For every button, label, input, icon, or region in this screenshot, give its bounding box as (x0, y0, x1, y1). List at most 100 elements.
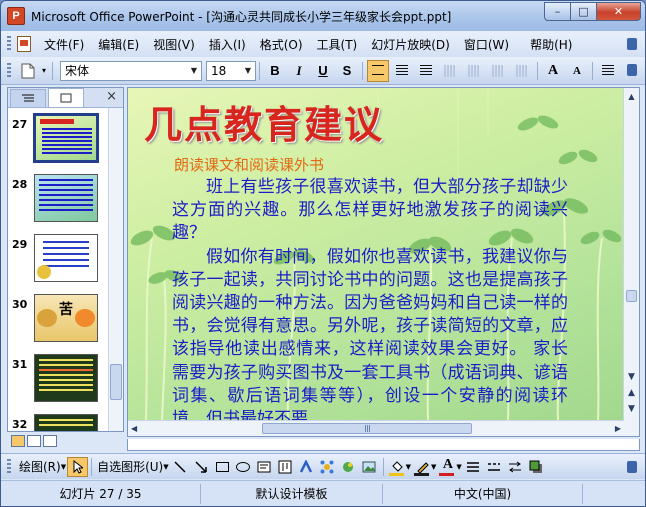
slide-thumbnail[interactable] (34, 234, 98, 282)
autoshapes-menu-button[interactable]: 自选图形(U) (95, 458, 165, 475)
drawing-toolbar-options-chevron-icon[interactable] (627, 461, 637, 473)
slide-thumbnail[interactable] (34, 354, 98, 402)
menu-tools[interactable]: 工具(T) (310, 36, 365, 53)
menu-options-chevron-icon[interactable] (627, 38, 637, 50)
menu-grip[interactable] (7, 36, 11, 52)
slide-thumbnail-row[interactable]: 31 (8, 354, 109, 410)
menu-view[interactable]: 视图(V) (146, 36, 202, 53)
insert-picture-button[interactable] (359, 457, 380, 477)
indent-button[interactable] (597, 60, 619, 82)
decrease-spacing-button[interactable] (511, 60, 533, 82)
font-name-select[interactable]: 宋体 ▼ (60, 60, 202, 81)
wordart-button[interactable] (296, 457, 317, 477)
slide-paragraph-2: 假如你有时间，假如你也喜欢读书，我建议你与孩子一起读，共同讨论书中的问题。这也是… (172, 246, 568, 421)
menu-help[interactable]: 帮助(H) (523, 36, 579, 53)
slide-horizontal-scrollbar[interactable]: ◀ ▶ (128, 420, 624, 436)
font-size-select[interactable]: 18 ▼ (206, 60, 256, 81)
scroll-right-icon[interactable]: ▶ (615, 424, 621, 433)
oval-tool-button[interactable] (233, 457, 254, 477)
underline-button[interactable]: U (312, 60, 334, 82)
slide-number: 28 (12, 178, 28, 191)
line-style-button[interactable] (463, 457, 484, 477)
slide-thumbnail-row[interactable]: 32 (8, 414, 109, 431)
chevron-down-icon[interactable]: ▼ (241, 62, 255, 80)
scroll-down-icon[interactable]: ▼ (626, 373, 637, 382)
fill-color-button[interactable] (387, 457, 408, 477)
normal-view-button[interactable] (11, 435, 25, 447)
menu-window[interactable]: 窗口(W) (457, 36, 516, 53)
dash-style-button[interactable] (484, 457, 505, 477)
maximize-button[interactable]: □ (571, 2, 597, 21)
drawing-toolbar-grip[interactable] (7, 458, 11, 475)
bold-button[interactable]: B (264, 60, 286, 82)
new-document-icon[interactable] (17, 60, 39, 82)
rectangle-tool-button[interactable] (212, 457, 233, 477)
slide-thumbnail[interactable] (34, 414, 98, 431)
panel-scrollbar[interactable] (108, 108, 123, 431)
slide-thumbnail-row[interactable]: 30 苦 (8, 294, 109, 350)
slide-subtitle[interactable]: 朗读课文和阅读课外书 (174, 154, 324, 175)
arrow-tool-button[interactable] (191, 457, 212, 477)
document-icon[interactable] (17, 36, 31, 52)
previous-slide-icon[interactable]: ▲ (626, 389, 637, 398)
line-color-button[interactable] (412, 457, 433, 477)
slide-scrollbar-thumb[interactable] (626, 290, 637, 302)
italic-button[interactable]: I (288, 60, 310, 82)
toolbar-grip[interactable] (7, 62, 11, 79)
powerpoint-app-icon[interactable]: P (7, 7, 25, 25)
select-objects-button[interactable] (67, 456, 89, 477)
decrease-font-size-button[interactable]: A (566, 60, 588, 82)
numbering-button[interactable] (439, 60, 461, 82)
menu-format[interactable]: 格式(O) (253, 36, 310, 53)
align-right-button[interactable] (415, 60, 437, 82)
slide-thumbnail[interactable]: 苦 (34, 294, 98, 342)
minimize-button[interactable]: – (544, 2, 571, 21)
diagram-button[interactable] (317, 457, 338, 477)
increase-spacing-button[interactable] (487, 60, 509, 82)
menu-edit[interactable]: 编辑(E) (91, 36, 146, 53)
close-button[interactable]: ✕ (597, 2, 641, 21)
menu-file[interactable]: 文件(F) (37, 36, 91, 53)
notes-pane[interactable] (127, 439, 640, 451)
clip-art-button[interactable] (338, 457, 359, 477)
slide-thumbnail[interactable] (34, 174, 98, 222)
chevron-down-icon[interactable]: ▼ (61, 463, 66, 471)
draw-menu-button[interactable]: 绘图(R) (17, 458, 63, 475)
textbox-tool-button[interactable] (254, 457, 275, 477)
slide-thumbnail-row[interactable]: 27 (8, 113, 109, 170)
text-shadow-button[interactable]: S (336, 60, 358, 82)
current-slide[interactable]: 几点教育建议 朗读课文和阅读课外书 班上有些孩子很喜欢读书，但大部分孩子却缺少这… (128, 88, 624, 421)
slideshow-view-button[interactable] (43, 435, 57, 447)
increase-font-size-button[interactable]: A (542, 60, 564, 82)
tab-slides[interactable] (48, 88, 84, 107)
menu-slideshow[interactable]: 幻灯片放映(D) (364, 36, 457, 53)
next-slide-icon[interactable]: ▼ (626, 405, 637, 414)
arrow-style-button[interactable] (505, 457, 526, 477)
font-color-button[interactable]: A (437, 457, 458, 477)
shadow-style-button[interactable] (526, 457, 547, 477)
align-left-button[interactable] (367, 59, 389, 82)
slide-title[interactable]: 几点教育建议 (144, 94, 384, 149)
panel-scrollbar-thumb[interactable] (110, 364, 122, 400)
bullets-button[interactable] (463, 60, 485, 82)
window-title: Microsoft Office PowerPoint - [沟通心灵共同成长小… (31, 9, 452, 24)
chevron-down-icon[interactable]: ▼ (163, 463, 168, 471)
slide-thumbnail-row[interactable]: 28 (8, 174, 109, 230)
slide-thumbnail[interactable] (33, 113, 99, 163)
scroll-up-icon[interactable]: ▲ (626, 90, 637, 102)
line-style-icon (467, 461, 480, 472)
toolbar-options-chevron-icon[interactable] (627, 64, 637, 76)
vertical-textbox-button[interactable] (275, 457, 296, 477)
line-tool-button[interactable] (170, 457, 191, 477)
panel-close-icon[interactable]: × (106, 89, 117, 104)
slide-thumbnail-row[interactable]: 29 (8, 234, 109, 290)
menu-insert[interactable]: 插入(I) (202, 36, 253, 53)
slide-body-text[interactable]: 班上有些孩子很喜欢读书，但大部分孩子却缺少这方面的兴趣。那么怎样更好地激发孩子的… (172, 176, 568, 421)
new-dropdown-icon[interactable]: ▾ (39, 60, 49, 82)
slide-vertical-scrollbar[interactable]: ▲ ▼ ▲ ▼ (623, 88, 639, 421)
scroll-left-icon[interactable]: ◀ (131, 424, 137, 433)
slide-sorter-view-button[interactable] (27, 435, 41, 447)
align-center-button[interactable] (391, 60, 413, 82)
tab-outline[interactable] (10, 89, 46, 107)
chevron-down-icon[interactable]: ▼ (187, 62, 201, 80)
